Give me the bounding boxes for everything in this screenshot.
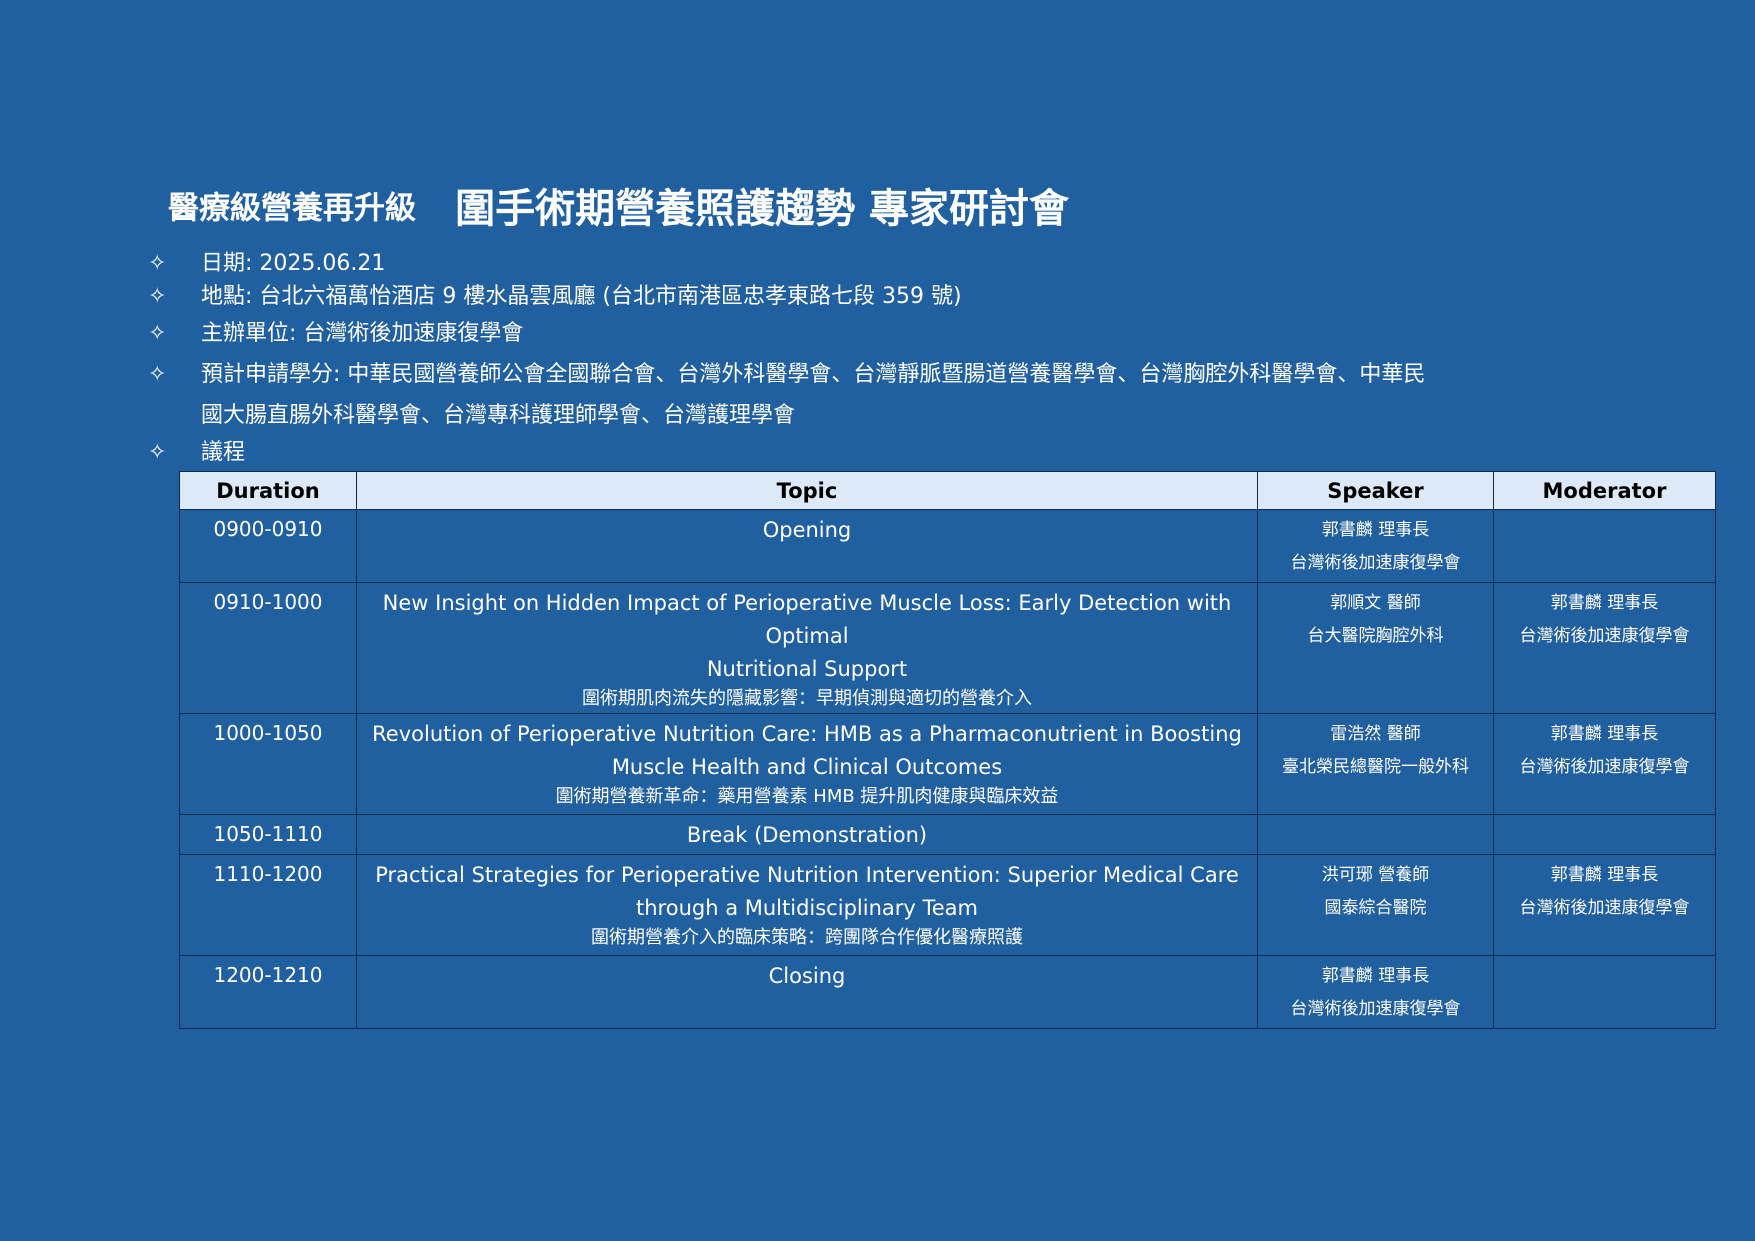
speaker-cell — [1257, 814, 1494, 855]
moderator-name: 郭書麟 理事長 — [1550, 865, 1659, 885]
topic-en-line-2: through a Multidisciplinary Team — [636, 896, 978, 920]
title-prefix: 醫療級營養再升級 — [168, 190, 416, 227]
topic-en: Opening — [762, 518, 852, 542]
moderator-org: 台灣術後加速康復學會 — [1519, 757, 1690, 777]
speaker-name: 雷浩然 醫師 — [1330, 724, 1421, 744]
header-speaker: Speaker — [1257, 471, 1494, 510]
credits-text: 預計申請學分: 中華民國營養師公會全國聯合會、台灣外科醫學會、台灣靜脈暨腸道營養… — [201, 354, 1425, 436]
moderator-cell: 郭書麟 理事長 台灣術後加速康復學會 — [1493, 713, 1716, 815]
duration-cell: 1110-1200 — [179, 854, 357, 956]
topic-cell: Practical Strategies for Perioperative N… — [356, 854, 1258, 956]
agenda-label: 議程 — [201, 440, 246, 465]
venue-text: 地點: 台北六福萬怡酒店 9 樓水晶雲風廳 (台北市南港區忠孝東路七段 359 … — [201, 284, 962, 309]
organizer-item: ✧ 主辦單位: 台灣術後加速康復學會 — [148, 313, 1608, 354]
credits-item: ✧ 預計申請學分: 中華民國營養師公會全國聯合會、台灣外科醫學會、台灣靜脈暨腸道… — [148, 354, 1608, 436]
speaker-cell: 洪可琊 營養師 國泰綜合醫院 — [1257, 854, 1494, 956]
table-row: 1200-1210 Closing 郭書麟 理事長 台灣術後加速康復學會 — [179, 955, 1716, 1029]
speaker-org: 台大醫院胸腔外科 — [1307, 626, 1444, 646]
duration-cell: 0900-0910 — [179, 509, 357, 583]
speaker-cell: 郭書麟 理事長 台灣術後加速康復學會 — [1257, 955, 1494, 1029]
moderator-cell: 郭書麟 理事長 台灣術後加速康復學會 — [1493, 582, 1716, 714]
topic-zh: 圍術期肌肉流失的隱藏影響：早期偵測與適切的營養介入 — [582, 688, 1032, 709]
duration-cell: 0910-1000 — [179, 582, 357, 714]
speaker-org: 臺北榮民總醫院一般外科 — [1282, 757, 1469, 777]
star-bullet-icon: ✧ — [148, 440, 167, 465]
topic-cell: Closing — [356, 955, 1258, 1029]
star-bullet-icon: ✧ — [148, 284, 167, 309]
organizer-text: 主辦單位: 台灣術後加速康復學會 — [201, 321, 524, 346]
duration-cell: 1050-1110 — [179, 814, 357, 855]
duration-cell: 1000-1050 — [179, 713, 357, 815]
moderator-cell: 郭書麟 理事長 台灣術後加速康復學會 — [1493, 854, 1716, 956]
table-row: 1110-1200 Practical Strategies for Perio… — [179, 854, 1716, 956]
moderator-name: 郭書麟 理事長 — [1550, 724, 1659, 744]
topic-en-line-1: Revolution of Perioperative Nutrition Ca… — [372, 722, 1242, 746]
moderator-org: 台灣術後加速康復學會 — [1519, 898, 1690, 918]
speaker-cell: 郭書麟 理事長 台灣術後加速康復學會 — [1257, 509, 1494, 583]
date-item: ✧ 日期: 2025.06.21 — [148, 247, 1608, 280]
speaker-name: 郭順文 醫師 — [1330, 593, 1421, 613]
moderator-cell — [1493, 509, 1716, 583]
header-duration: Duration — [179, 471, 357, 510]
topic-en-line-1: Practical Strategies for Perioperative N… — [375, 863, 1239, 887]
moderator-org: 台灣術後加速康復學會 — [1519, 626, 1690, 646]
speaker-cell: 郭順文 醫師 台大醫院胸腔外科 — [1257, 582, 1494, 714]
speaker-name: 洪可琊 營養師 — [1321, 865, 1430, 885]
topic-zh: 圍術期營養介入的臨床策略：跨團隊合作優化醫療照護 — [591, 927, 1023, 948]
page-title: 圍手術期營養照護趨勢 專家研討會 — [455, 186, 1070, 232]
star-bullet-icon: ✧ — [148, 362, 167, 387]
moderator-cell — [1493, 955, 1716, 1029]
topic-en-line-2: Nutritional Support — [706, 657, 908, 681]
topic-zh: 圍術期營養新革命：藥用營養素 HMB 提升肌肉健康與臨床效益 — [555, 786, 1059, 807]
duration-cell: 1200-1210 — [179, 955, 357, 1029]
speaker-name: 郭書麟 理事長 — [1321, 966, 1430, 986]
venue-item: ✧ 地點: 台北六福萬怡酒店 9 樓水晶雲風廳 (台北市南港區忠孝東路七段 35… — [148, 280, 1608, 313]
topic-cell: Revolution of Perioperative Nutrition Ca… — [356, 713, 1258, 815]
topic-cell: Break (Demonstration) — [356, 814, 1258, 855]
topic-en: Closing — [768, 964, 846, 988]
table-header-row: Duration Topic Speaker Moderator — [179, 471, 1716, 510]
star-bullet-icon: ✧ — [148, 251, 167, 276]
speaker-cell: 雷浩然 醫師 臺北榮民總醫院一般外科 — [1257, 713, 1494, 815]
table-row: 0900-0910 Opening 郭書麟 理事長 台灣術後加速康復學會 — [179, 509, 1716, 583]
speaker-org: 台灣術後加速康復學會 — [1290, 999, 1461, 1019]
topic-cell: Opening — [356, 509, 1258, 583]
topic-en-line-1: New Insight on Hidden Impact of Perioper… — [382, 591, 1232, 648]
credits-line-1: 預計申請學分: 中華民國營養師公會全國聯合會、台灣外科醫學會、台灣靜脈暨腸道營養… — [201, 362, 1426, 387]
star-bullet-icon: ✧ — [148, 321, 167, 346]
moderator-cell — [1493, 814, 1716, 855]
agenda-table: Duration Topic Speaker Moderator 0900-09… — [179, 471, 1716, 1029]
table-row: 1000-1050 Revolution of Perioperative Nu… — [179, 713, 1716, 815]
credits-line-2: 國大腸直腸外科醫學會、台灣專科護理師學會、台灣護理學會 — [201, 403, 796, 428]
event-info-list: ✧ 日期: 2025.06.21 ✧ 地點: 台北六福萬怡酒店 9 樓水晶雲風廳… — [148, 247, 1608, 469]
header-moderator: Moderator — [1493, 471, 1716, 510]
speaker-org: 台灣術後加速康復學會 — [1290, 553, 1461, 573]
header-topic: Topic — [356, 471, 1258, 510]
moderator-name: 郭書麟 理事長 — [1550, 593, 1659, 613]
speaker-org: 國泰綜合醫院 — [1324, 898, 1427, 918]
topic-cell: New Insight on Hidden Impact of Perioper… — [356, 582, 1258, 714]
date-text: 日期: 2025.06.21 — [201, 251, 386, 276]
topic-en: Break (Demonstration) — [686, 823, 928, 847]
speaker-name: 郭書麟 理事長 — [1321, 520, 1430, 540]
topic-en-line-2: Muscle Health and Clinical Outcomes — [611, 755, 1003, 779]
table-row: 1050-1110 Break (Demonstration) — [179, 814, 1716, 855]
page-title-row: 醫療級營養再升級 圍手術期營養照護趨勢 專家研討會 — [168, 176, 1069, 234]
table-row: 0910-1000 New Insight on Hidden Impact o… — [179, 582, 1716, 714]
agenda-item: ✧ 議程 — [148, 436, 1608, 469]
